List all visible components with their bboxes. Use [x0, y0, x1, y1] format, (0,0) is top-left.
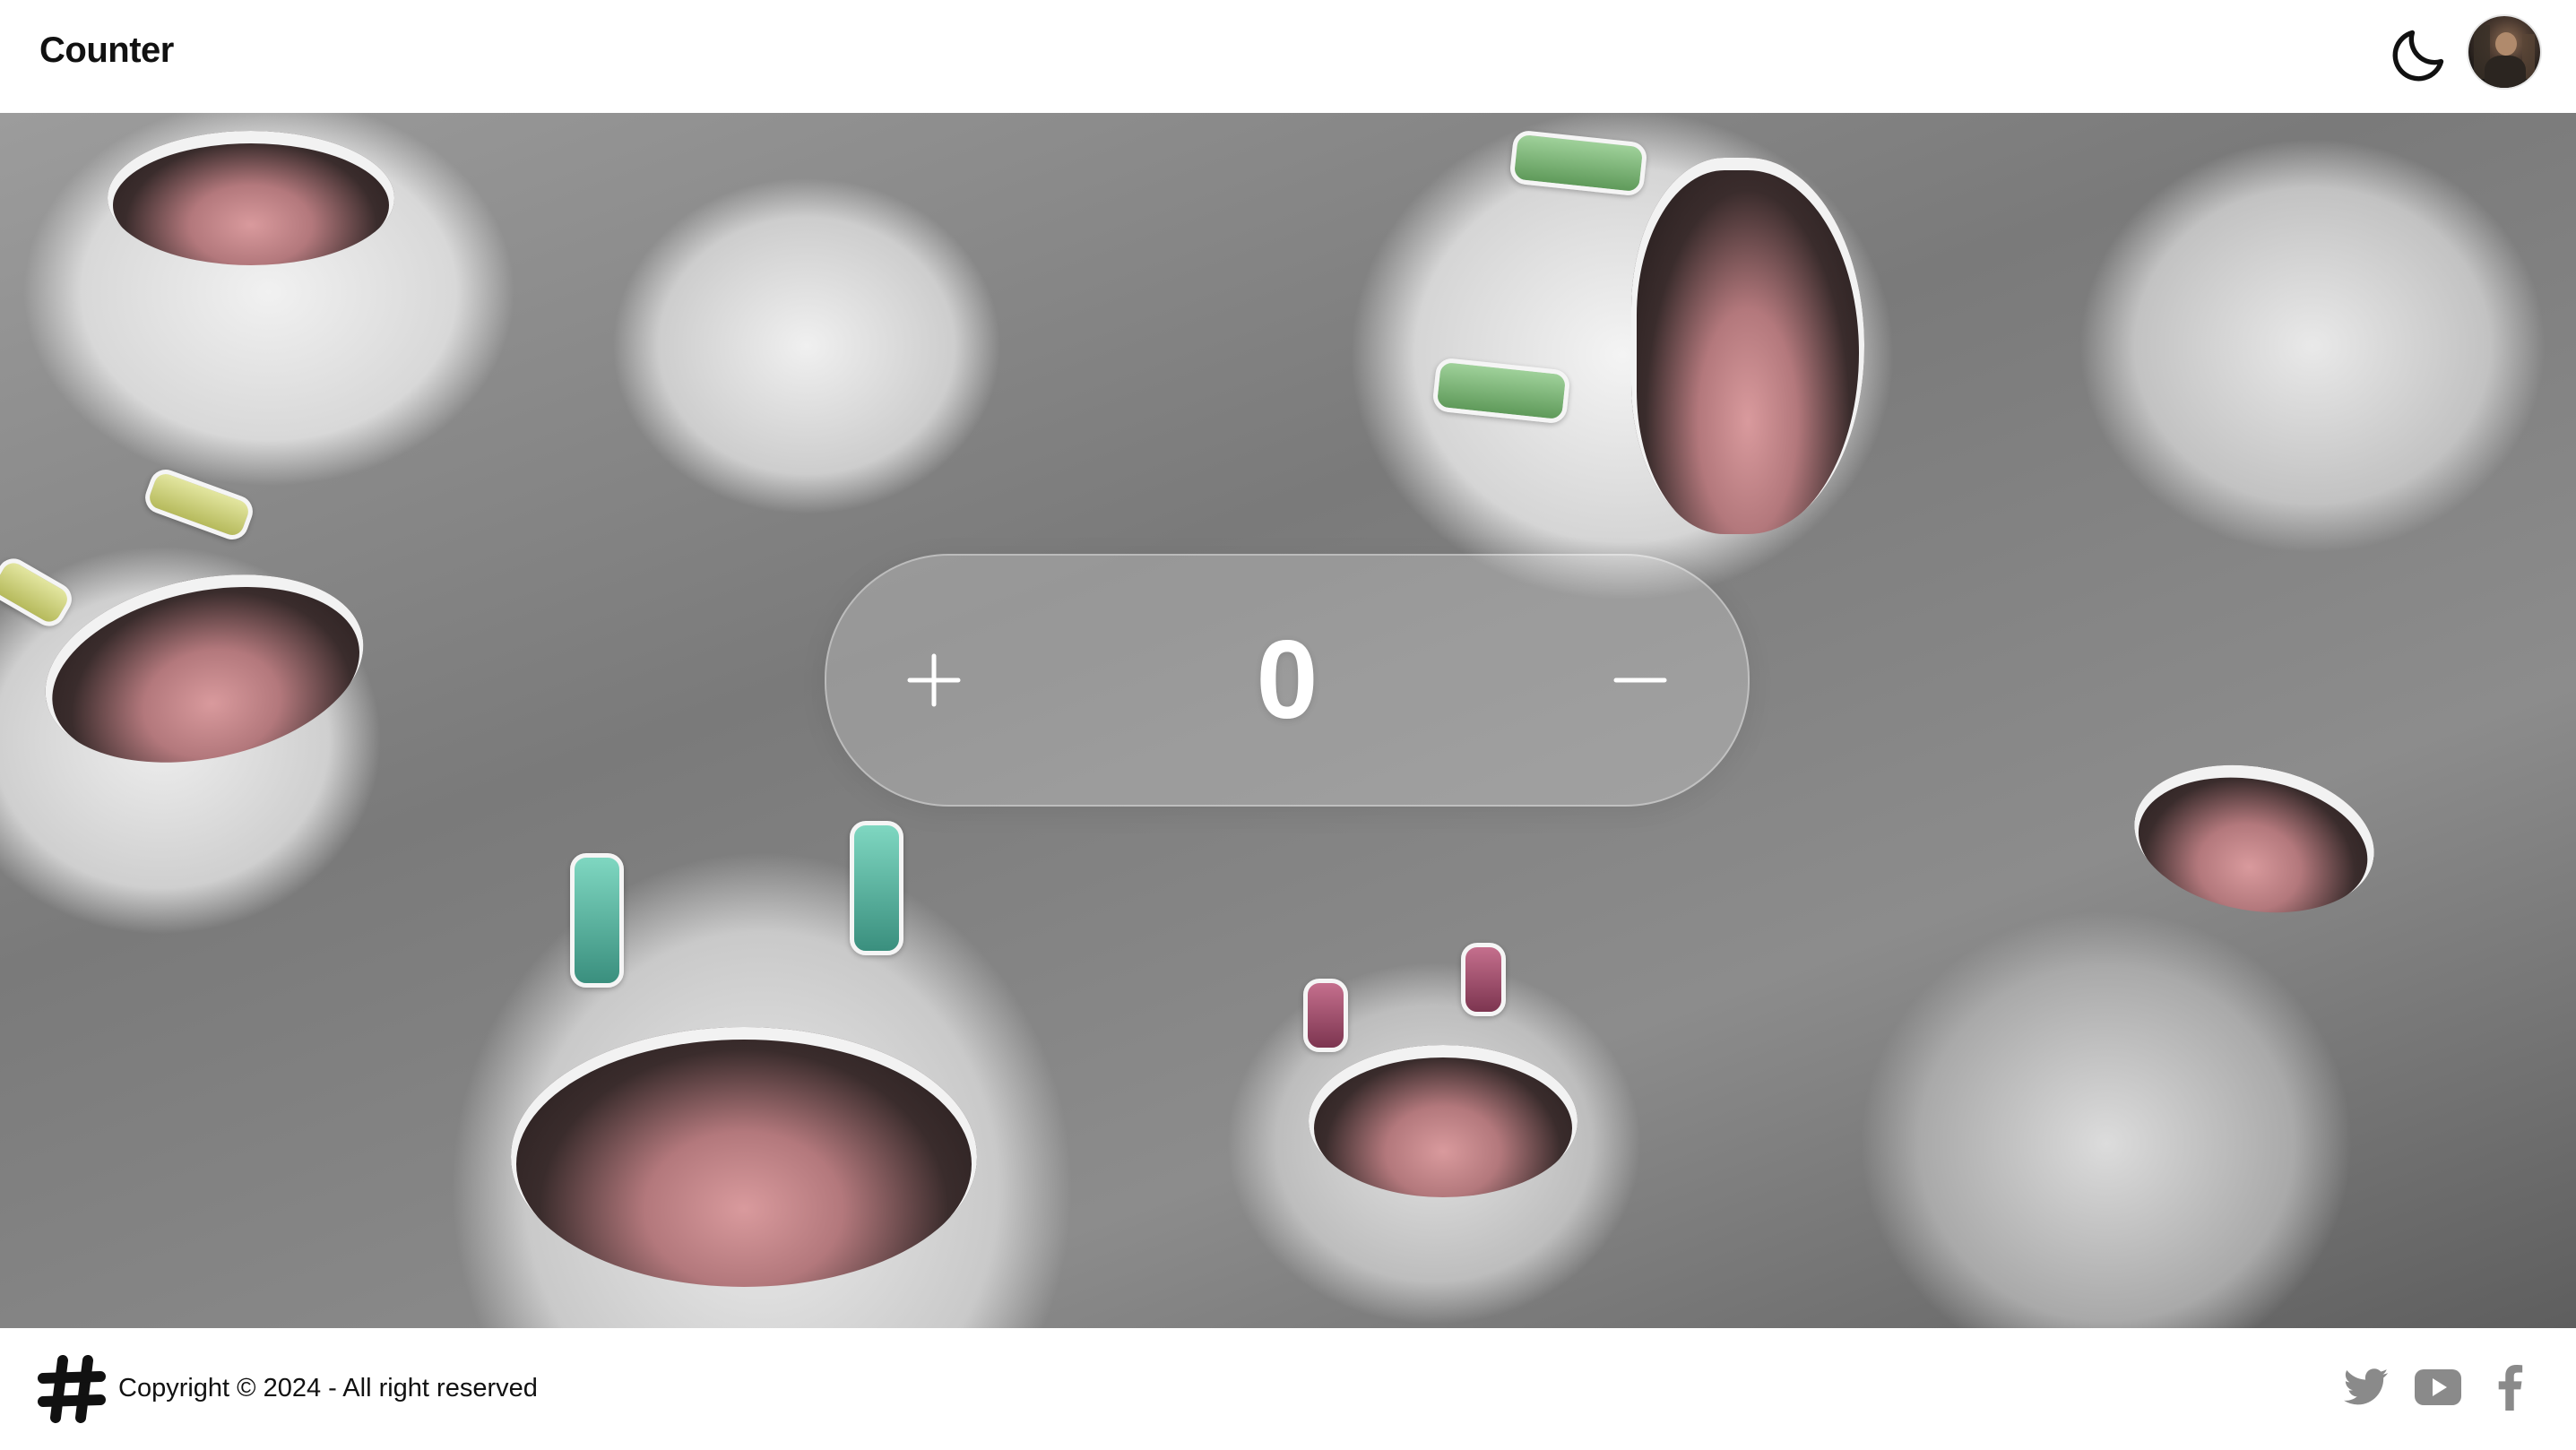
- plus-icon: [907, 653, 961, 707]
- app-title[interactable]: Counter: [39, 30, 174, 71]
- increment-button[interactable]: [826, 556, 1042, 805]
- youtube-icon: [2415, 1369, 2461, 1405]
- character-eye: [850, 821, 903, 955]
- character-eye: [0, 552, 78, 633]
- character-eye: [141, 464, 257, 545]
- avatar[interactable]: [2468, 16, 2540, 88]
- hash-logo-icon[interactable]: [38, 1355, 106, 1423]
- hero-background: 0: [0, 113, 2576, 1328]
- footer: Copyright © 2024 - All right reserved: [0, 1328, 2576, 1450]
- minus-icon: [1613, 678, 1667, 683]
- facebook-icon: [2498, 1364, 2523, 1411]
- character-eye: [1461, 943, 1506, 1016]
- character-mouth: [511, 1027, 977, 1287]
- character-mouth: [2122, 747, 2386, 931]
- character-eye: [1508, 129, 1648, 197]
- character-mouth: [1309, 1045, 1578, 1197]
- character-eye: [570, 853, 624, 988]
- character-eye: [1431, 357, 1571, 425]
- character-mouth: [1631, 158, 1864, 534]
- top-navbar: Counter: [0, 0, 2576, 113]
- page: Counter 0 Copyright © 2024 - All right r…: [0, 0, 2576, 1450]
- youtube-link[interactable]: [2411, 1360, 2465, 1414]
- theme-toggle-button[interactable]: [2382, 20, 2454, 91]
- character-mouth: [28, 547, 381, 790]
- facebook-link[interactable]: [2483, 1360, 2537, 1414]
- twitter-link[interactable]: [2339, 1360, 2393, 1414]
- counter-panel: 0: [825, 554, 1750, 807]
- twitter-icon: [2344, 1368, 2389, 1405]
- copyright-text: Copyright © 2024 - All right reserved: [118, 1374, 538, 1403]
- decrement-button[interactable]: [1533, 556, 1748, 805]
- character-eye: [1303, 979, 1348, 1052]
- moon-icon: [2392, 30, 2444, 82]
- character-mouth: [108, 131, 394, 265]
